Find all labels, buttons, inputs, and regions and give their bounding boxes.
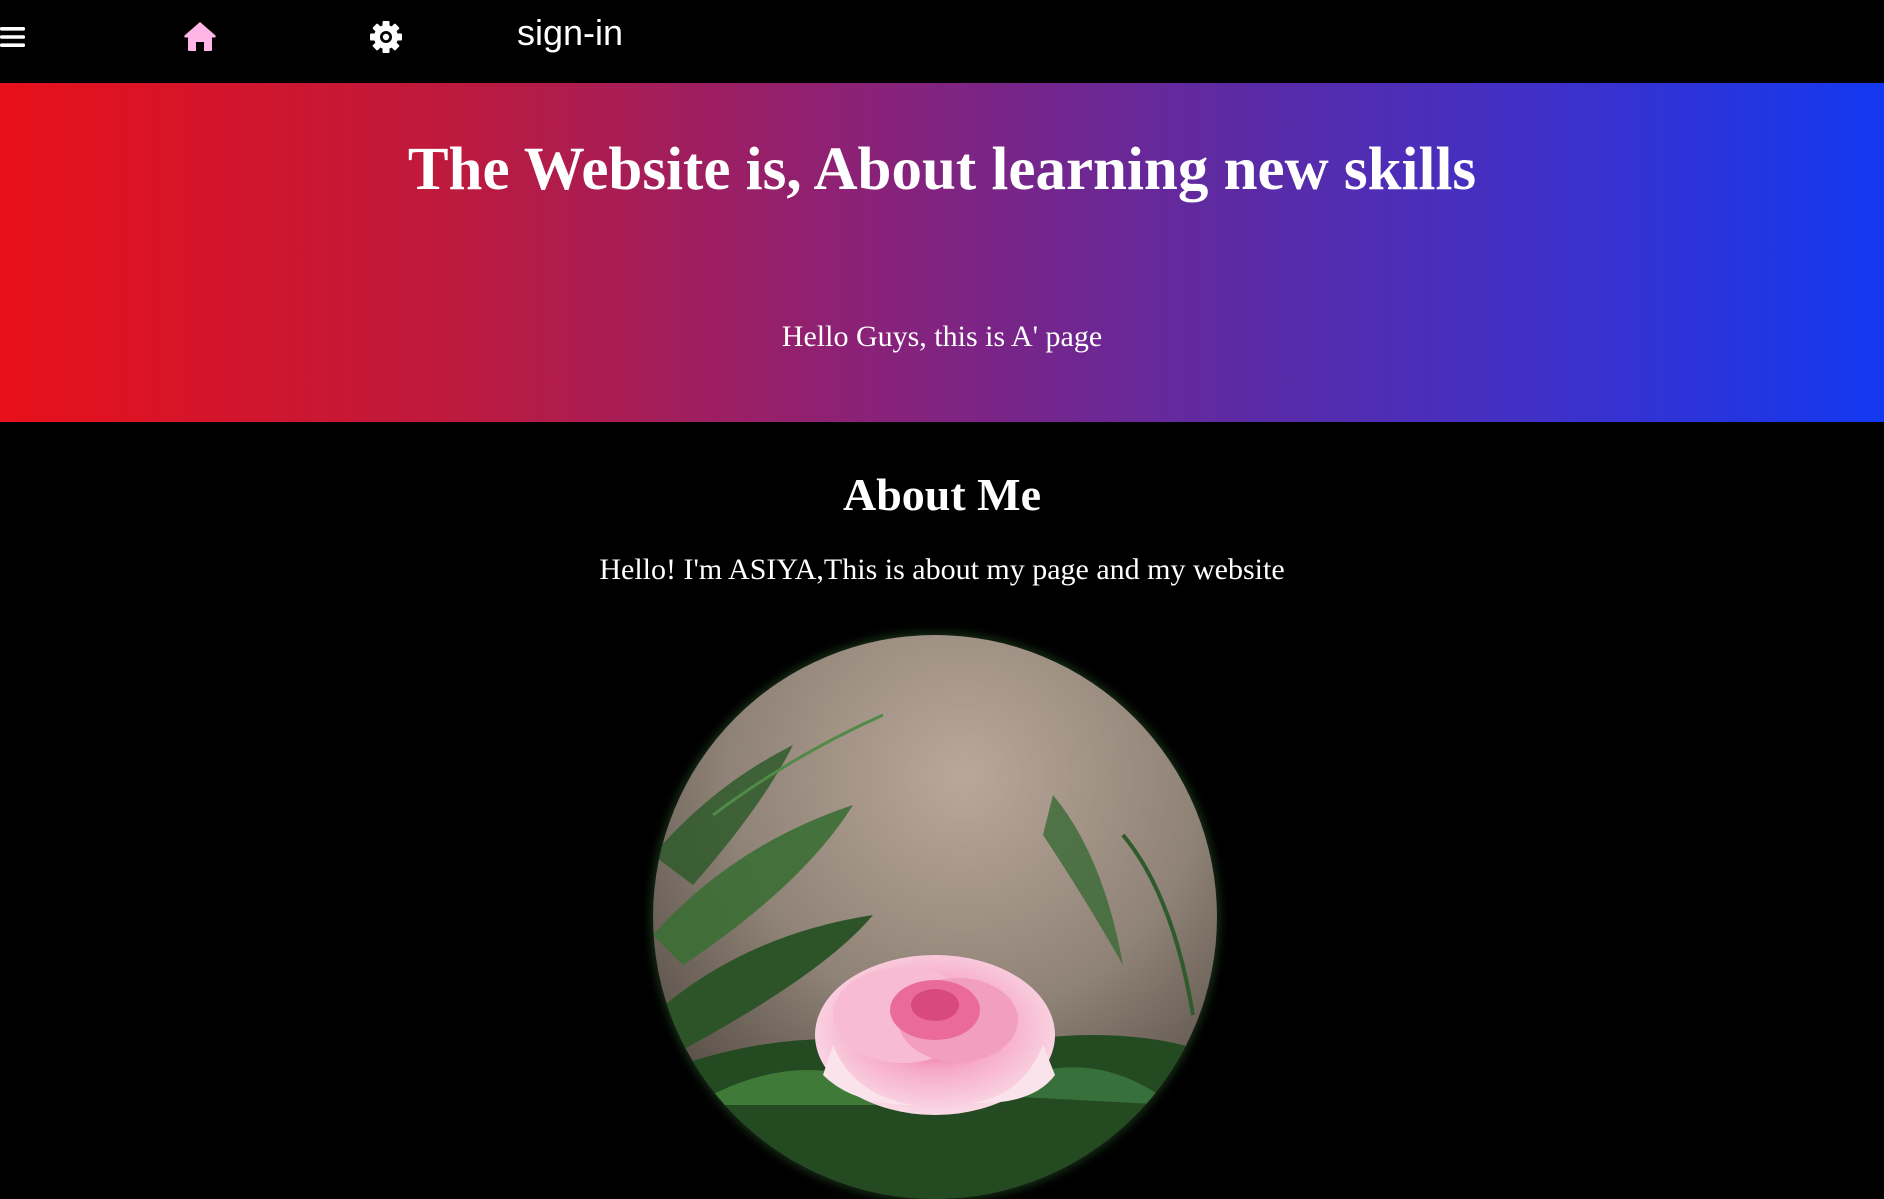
hero-subtitle: Hello Guys, this is A' page <box>781 320 1103 353</box>
about-title: About Me <box>842 469 1042 520</box>
sign-in-link[interactable]: sign-in <box>517 11 623 55</box>
about-text: Hello! I'm ASIYA,This is about my page a… <box>599 553 1285 586</box>
home-button[interactable] <box>182 18 218 54</box>
rose-photo <box>653 635 1217 1199</box>
profile-image <box>653 635 1217 1199</box>
settings-button[interactable] <box>368 18 404 54</box>
hero-banner: The Website is, About learning new skill… <box>0 83 1884 422</box>
hamburger-menu-button[interactable] <box>0 24 26 50</box>
hamburger-menu-icon <box>0 27 25 47</box>
about-section: About Me Hello! I'm ASIYA,This is about … <box>0 422 1884 1199</box>
home-icon <box>184 22 216 51</box>
hero-title: The Website is, About learning new skill… <box>407 136 1477 203</box>
top-navigation-bar: sign-in <box>0 0 1884 83</box>
gear-icon <box>370 21 402 53</box>
